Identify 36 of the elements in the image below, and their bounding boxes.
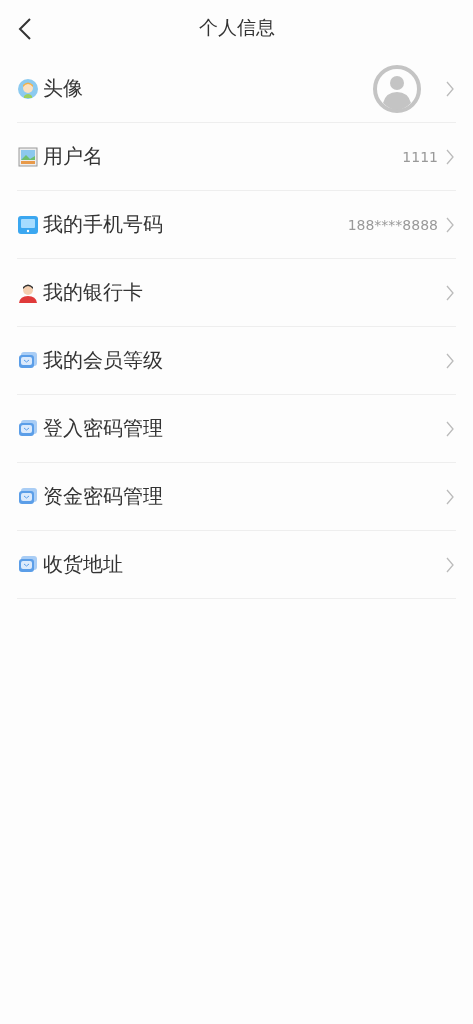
chevron-icon xyxy=(446,284,454,301)
avatar-icon xyxy=(372,63,422,114)
chevron-icon xyxy=(446,556,454,573)
list-item[interactable]: 我的银行卡 xyxy=(17,259,456,327)
chevron-icon xyxy=(446,352,454,369)
monitor-icon xyxy=(18,214,38,235)
chat-icon xyxy=(18,418,38,439)
list-item[interactable]: 登入密码管理 xyxy=(17,395,456,463)
page-title: 个人信息 xyxy=(198,14,275,40)
list-item[interactable]: 用户名 1111 xyxy=(17,123,456,191)
item-label: 收货地址 xyxy=(43,551,123,578)
chevron-icon xyxy=(446,80,454,97)
item-label: 我的会员等级 xyxy=(43,347,163,374)
list-item[interactable]: 我的手机号码 188****8888 xyxy=(17,191,456,259)
chat-icon xyxy=(18,350,38,371)
list-item[interactable]: 收货地址 xyxy=(17,531,456,599)
item-label: 登入密码管理 xyxy=(43,415,163,442)
item-value: 188****8888 xyxy=(347,216,438,233)
chevron-icon xyxy=(446,216,454,233)
chat-icon xyxy=(18,554,38,575)
item-value: 1111 xyxy=(402,148,438,165)
chevron-icon xyxy=(446,420,454,437)
list-item[interactable]: 资金密码管理 xyxy=(17,463,456,531)
list-item[interactable]: 头像 xyxy=(17,55,456,123)
chevron-icon xyxy=(446,488,454,505)
item-label: 我的银行卡 xyxy=(43,279,143,306)
item-label: 资金密码管理 xyxy=(43,483,163,510)
chevron-icon xyxy=(446,148,454,165)
person-icon xyxy=(18,282,38,303)
item-label: 头像 xyxy=(43,75,83,102)
image-icon xyxy=(18,146,38,167)
chat-icon xyxy=(18,486,38,507)
list-item[interactable]: 我的会员等级 xyxy=(17,327,456,395)
item-label: 用户名 xyxy=(43,143,103,170)
face-icon xyxy=(18,78,38,99)
item-label: 我的手机号码 xyxy=(43,211,163,238)
